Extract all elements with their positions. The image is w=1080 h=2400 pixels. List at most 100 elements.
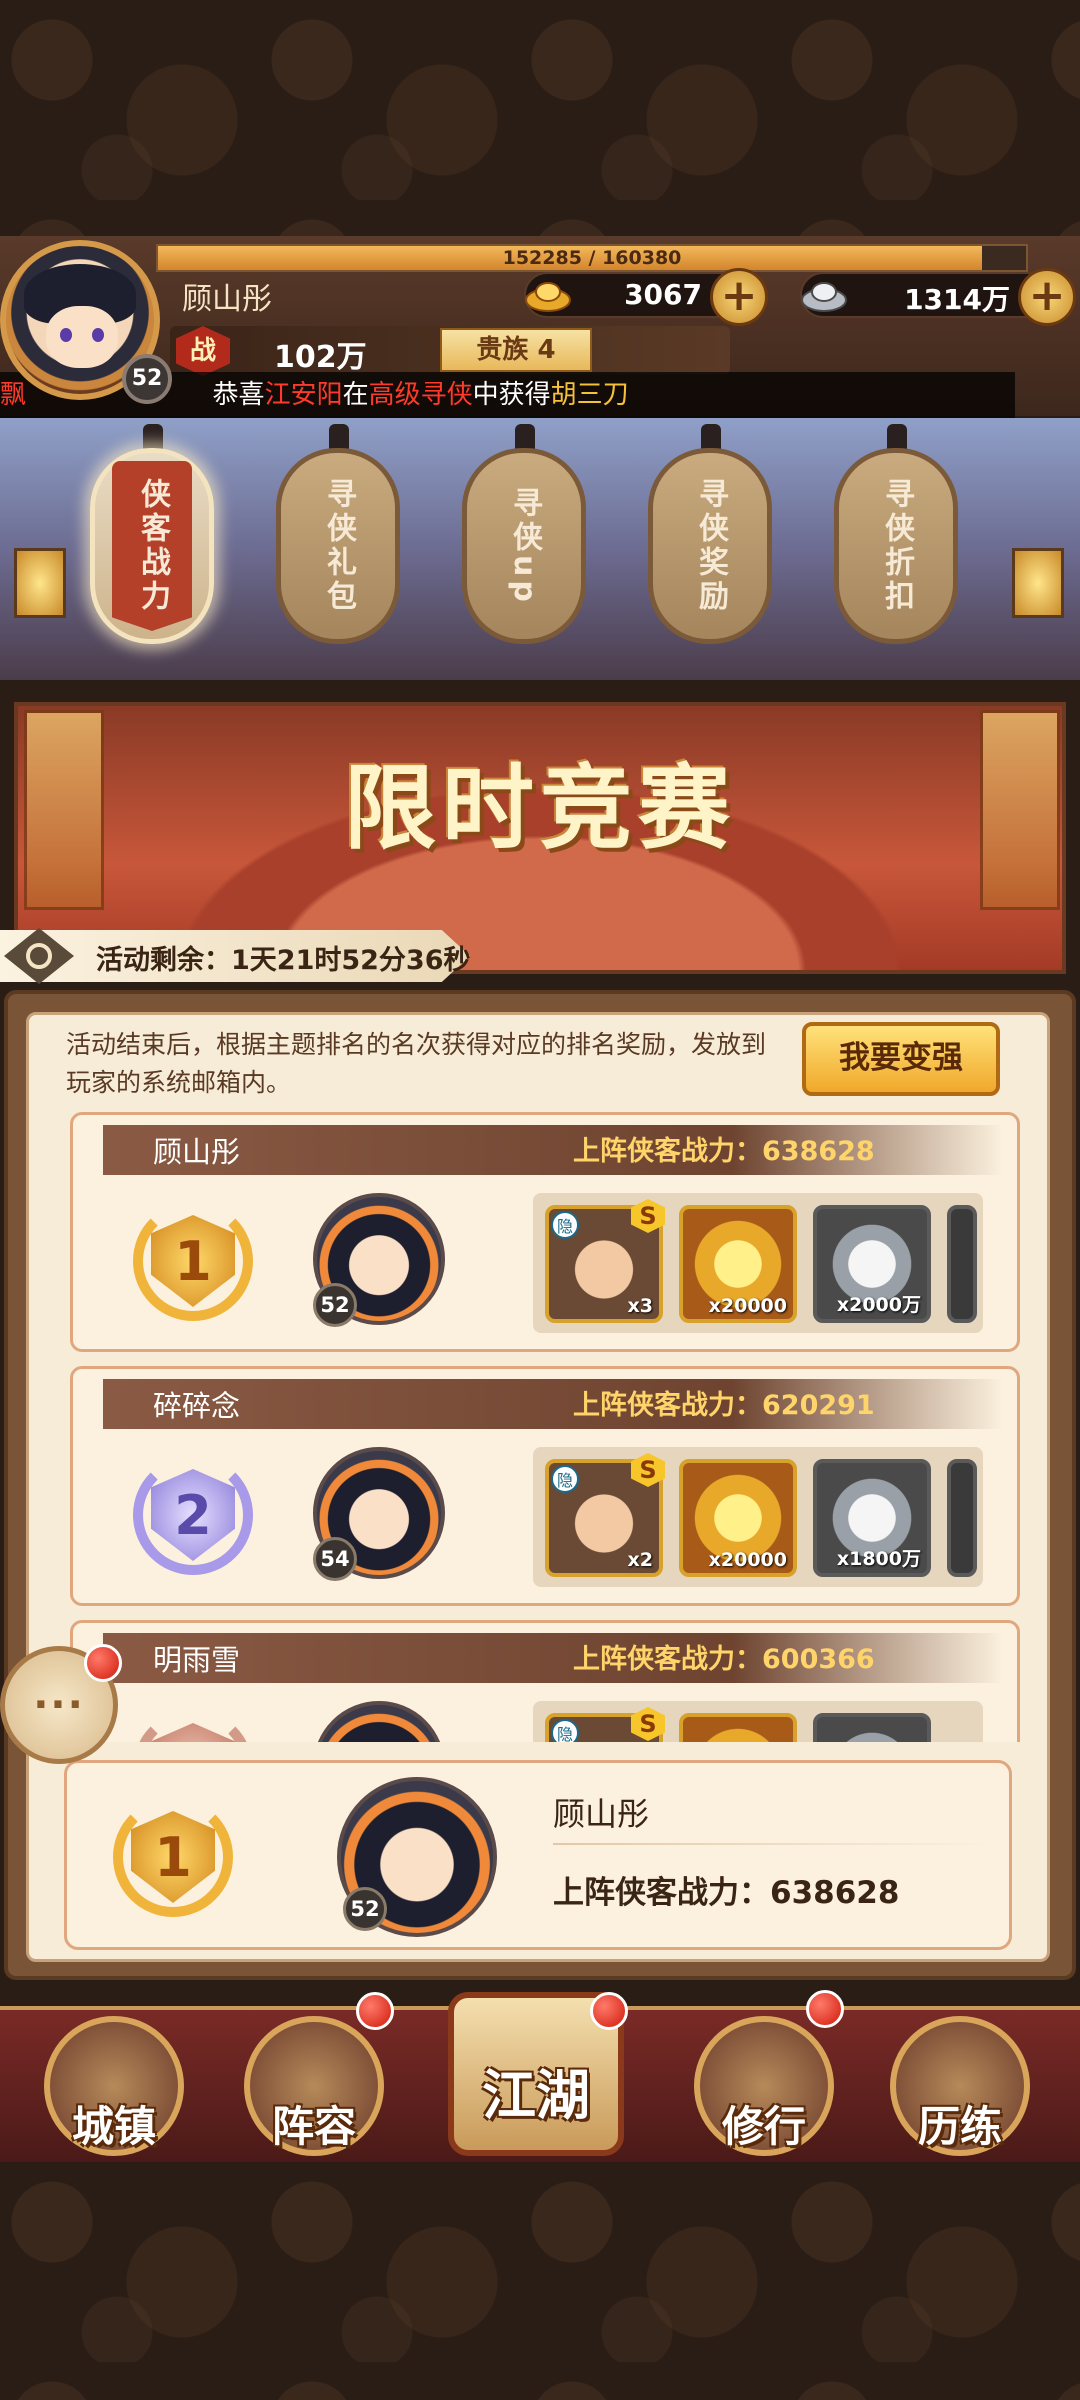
- nav-lineup[interactable]: 阵容: [244, 2016, 384, 2156]
- nav-trial[interactable]: 历练: [890, 2016, 1030, 2156]
- my-name: 顾山彤: [553, 1795, 650, 1833]
- tab-active-ribbon: 侠客战力: [112, 461, 192, 631]
- get-stronger-button[interactable]: 我要变强: [802, 1022, 1000, 1096]
- tab-label: 侠客战力: [135, 478, 170, 614]
- rank-medal-silver-icon: 2: [133, 1455, 253, 1575]
- noble-badge[interactable]: 贵族 4: [440, 328, 592, 372]
- nav-label: 阵容: [271, 2102, 356, 2151]
- ranking-power: 上阵侠客战力：600366: [573, 1644, 875, 1675]
- player-level-badge: 52: [122, 354, 172, 404]
- lantern-icon: [14, 548, 66, 618]
- silver-amount: 1314万: [904, 283, 1010, 316]
- lantern-icon: [1012, 548, 1064, 618]
- exp-text: 152285 / 160380: [502, 247, 682, 269]
- marquee-prefix: 飘: [0, 380, 27, 410]
- grade-s-badge: S: [631, 1453, 665, 1487]
- hidden-tag: 隐: [551, 1465, 579, 1493]
- ranking-player-name: 碎碎念: [153, 1389, 241, 1423]
- reward-count: x1800万: [836, 1548, 921, 1570]
- tab-hero-pack[interactable]: 寻侠礼包: [276, 448, 400, 644]
- reward-count: x3: [627, 1295, 653, 1317]
- ranking-power: 上阵侠客战力：638628: [573, 1136, 875, 1167]
- add-silver-button[interactable]: +: [1018, 268, 1076, 326]
- reward-list[interactable]: 隐 S: [533, 1701, 983, 1742]
- silver-ingot-icon: [801, 282, 847, 312]
- marquee-text: 中获得: [472, 380, 551, 410]
- tab-hero-rewards[interactable]: 寻侠奖励: [648, 448, 772, 644]
- reward-count: x2: [627, 1549, 653, 1571]
- nav-label: 城镇: [71, 2102, 156, 2151]
- avatar-eye: [92, 328, 104, 342]
- silver-currency: 1314万 +: [800, 268, 1076, 326]
- marquee-hero: 胡三刀: [550, 380, 629, 410]
- chat-bubble-icon: ···: [33, 1682, 85, 1728]
- tab-label: 寻侠折扣: [879, 478, 914, 614]
- chat-notification-dot: [84, 1644, 122, 1682]
- ranking-row-header: 顾山彤 上阵侠客战力：638628: [103, 1125, 1003, 1175]
- tab-hero-up[interactable]: 寻侠up: [462, 448, 586, 644]
- reward-more-item[interactable]: [947, 1459, 977, 1577]
- reward-count: x20000: [708, 1549, 787, 1571]
- ranking-row: 碎碎念 上阵侠客战力：620291 2 54 隐 S x2 x20000 x18…: [70, 1366, 1020, 1606]
- add-gold-button[interactable]: +: [710, 268, 768, 326]
- rank-medal-gold-icon: 1: [133, 1201, 253, 1321]
- rank-medal-bronze-icon: 3: [133, 1709, 253, 1742]
- reward-gold-item[interactable]: [679, 1713, 797, 1742]
- hidden-tag: 隐: [551, 1719, 579, 1742]
- avatar-face: [46, 306, 118, 368]
- tab-label: 寻侠up: [507, 486, 542, 606]
- nav-cultivation[interactable]: 修行: [694, 2016, 834, 2156]
- reward-hero-card[interactable]: 隐 S x3: [545, 1199, 665, 1323]
- tab-label: 寻侠礼包: [321, 478, 356, 614]
- reward-hero-card[interactable]: 隐 S x2: [545, 1453, 665, 1577]
- grade-s-badge: S: [631, 1707, 665, 1741]
- ranking-player-avatar[interactable]: [313, 1701, 445, 1742]
- nav-town[interactable]: 城镇: [44, 2016, 184, 2156]
- nav-lineup-notification-dot: [356, 1992, 394, 2030]
- tab-hero-power[interactable]: 侠客战力: [90, 448, 214, 644]
- power-row: 战 102万 贵族 4: [170, 326, 730, 376]
- nav-label: 历练: [917, 2102, 1002, 2151]
- nav-label: 修行: [721, 2102, 806, 2151]
- player-name: 顾山彤: [182, 282, 272, 317]
- gold-currency: 3067 +: [524, 268, 768, 326]
- divider: [553, 1843, 993, 1845]
- ranking-player-name: 顾山彤: [153, 1135, 241, 1169]
- ranking-row-header: 碎碎念 上阵侠客战力：620291: [103, 1379, 1003, 1429]
- nav-cultivation-notification-dot: [806, 1990, 844, 2028]
- gold-amount: 3067: [624, 278, 702, 311]
- grade-s-badge: S: [631, 1199, 665, 1233]
- my-rank-medal-icon: 1: [113, 1797, 233, 1917]
- reward-more-item[interactable]: [947, 1205, 977, 1323]
- ranking-player-name: 明雨雪: [153, 1643, 241, 1677]
- hidden-tag: 隐: [551, 1211, 579, 1239]
- reward-gold-item[interactable]: x20000: [679, 1459, 797, 1577]
- ranking-power: 上阵侠客战力：620291: [573, 1390, 875, 1421]
- ranking-row-header: 明雨雪 上阵侠客战力：600366: [103, 1633, 1003, 1683]
- reward-list[interactable]: 隐 S x2 x20000 x1800万: [533, 1447, 983, 1587]
- top-background: [0, 0, 1080, 236]
- reward-gold-item[interactable]: x20000: [679, 1205, 797, 1323]
- marquee-text: 恭喜: [212, 380, 265, 410]
- marquee-player-name: 江安阳: [264, 380, 343, 410]
- reward-list[interactable]: 隐 S x3 x20000 x2000万: [533, 1193, 983, 1333]
- battle-power-value: 102万: [274, 340, 367, 375]
- my-power: 上阵侠客战力：638628: [553, 1875, 900, 1911]
- avatar-eye: [60, 328, 72, 342]
- nav-label: 江湖: [482, 2063, 590, 2127]
- ranking-list[interactable]: 顾山彤 上阵侠客战力：638628 1 52 隐 S x3 x20000 x20…: [60, 1112, 1020, 1742]
- battle-power-icon: 战: [176, 326, 230, 376]
- ranking-row: 顾山彤 上阵侠客战力：638628 1 52 隐 S x3 x20000 x20…: [70, 1112, 1020, 1352]
- ranking-player-level: 52: [313, 1283, 357, 1327]
- tab-hero-discount[interactable]: 寻侠折扣: [834, 448, 958, 644]
- event-description: 活动结束后，根据主题排名的名次获得对应的排名奖励，发放到玩家的系统邮箱内。: [66, 1030, 767, 1097]
- my-ranking-card: 1 52 顾山彤 上阵侠客战力：638628: [64, 1760, 1012, 1950]
- reward-count: x2000万: [836, 1294, 921, 1316]
- reward-silver-item[interactable]: [813, 1713, 931, 1742]
- reward-silver-item[interactable]: x2000万: [813, 1205, 931, 1323]
- reward-silver-item[interactable]: x1800万: [813, 1459, 931, 1577]
- event-title: 限时竞赛: [343, 754, 736, 862]
- my-level: 52: [343, 1887, 387, 1931]
- gold-ingot-icon: [525, 282, 571, 312]
- reward-hero-card[interactable]: 隐 S: [545, 1707, 665, 1742]
